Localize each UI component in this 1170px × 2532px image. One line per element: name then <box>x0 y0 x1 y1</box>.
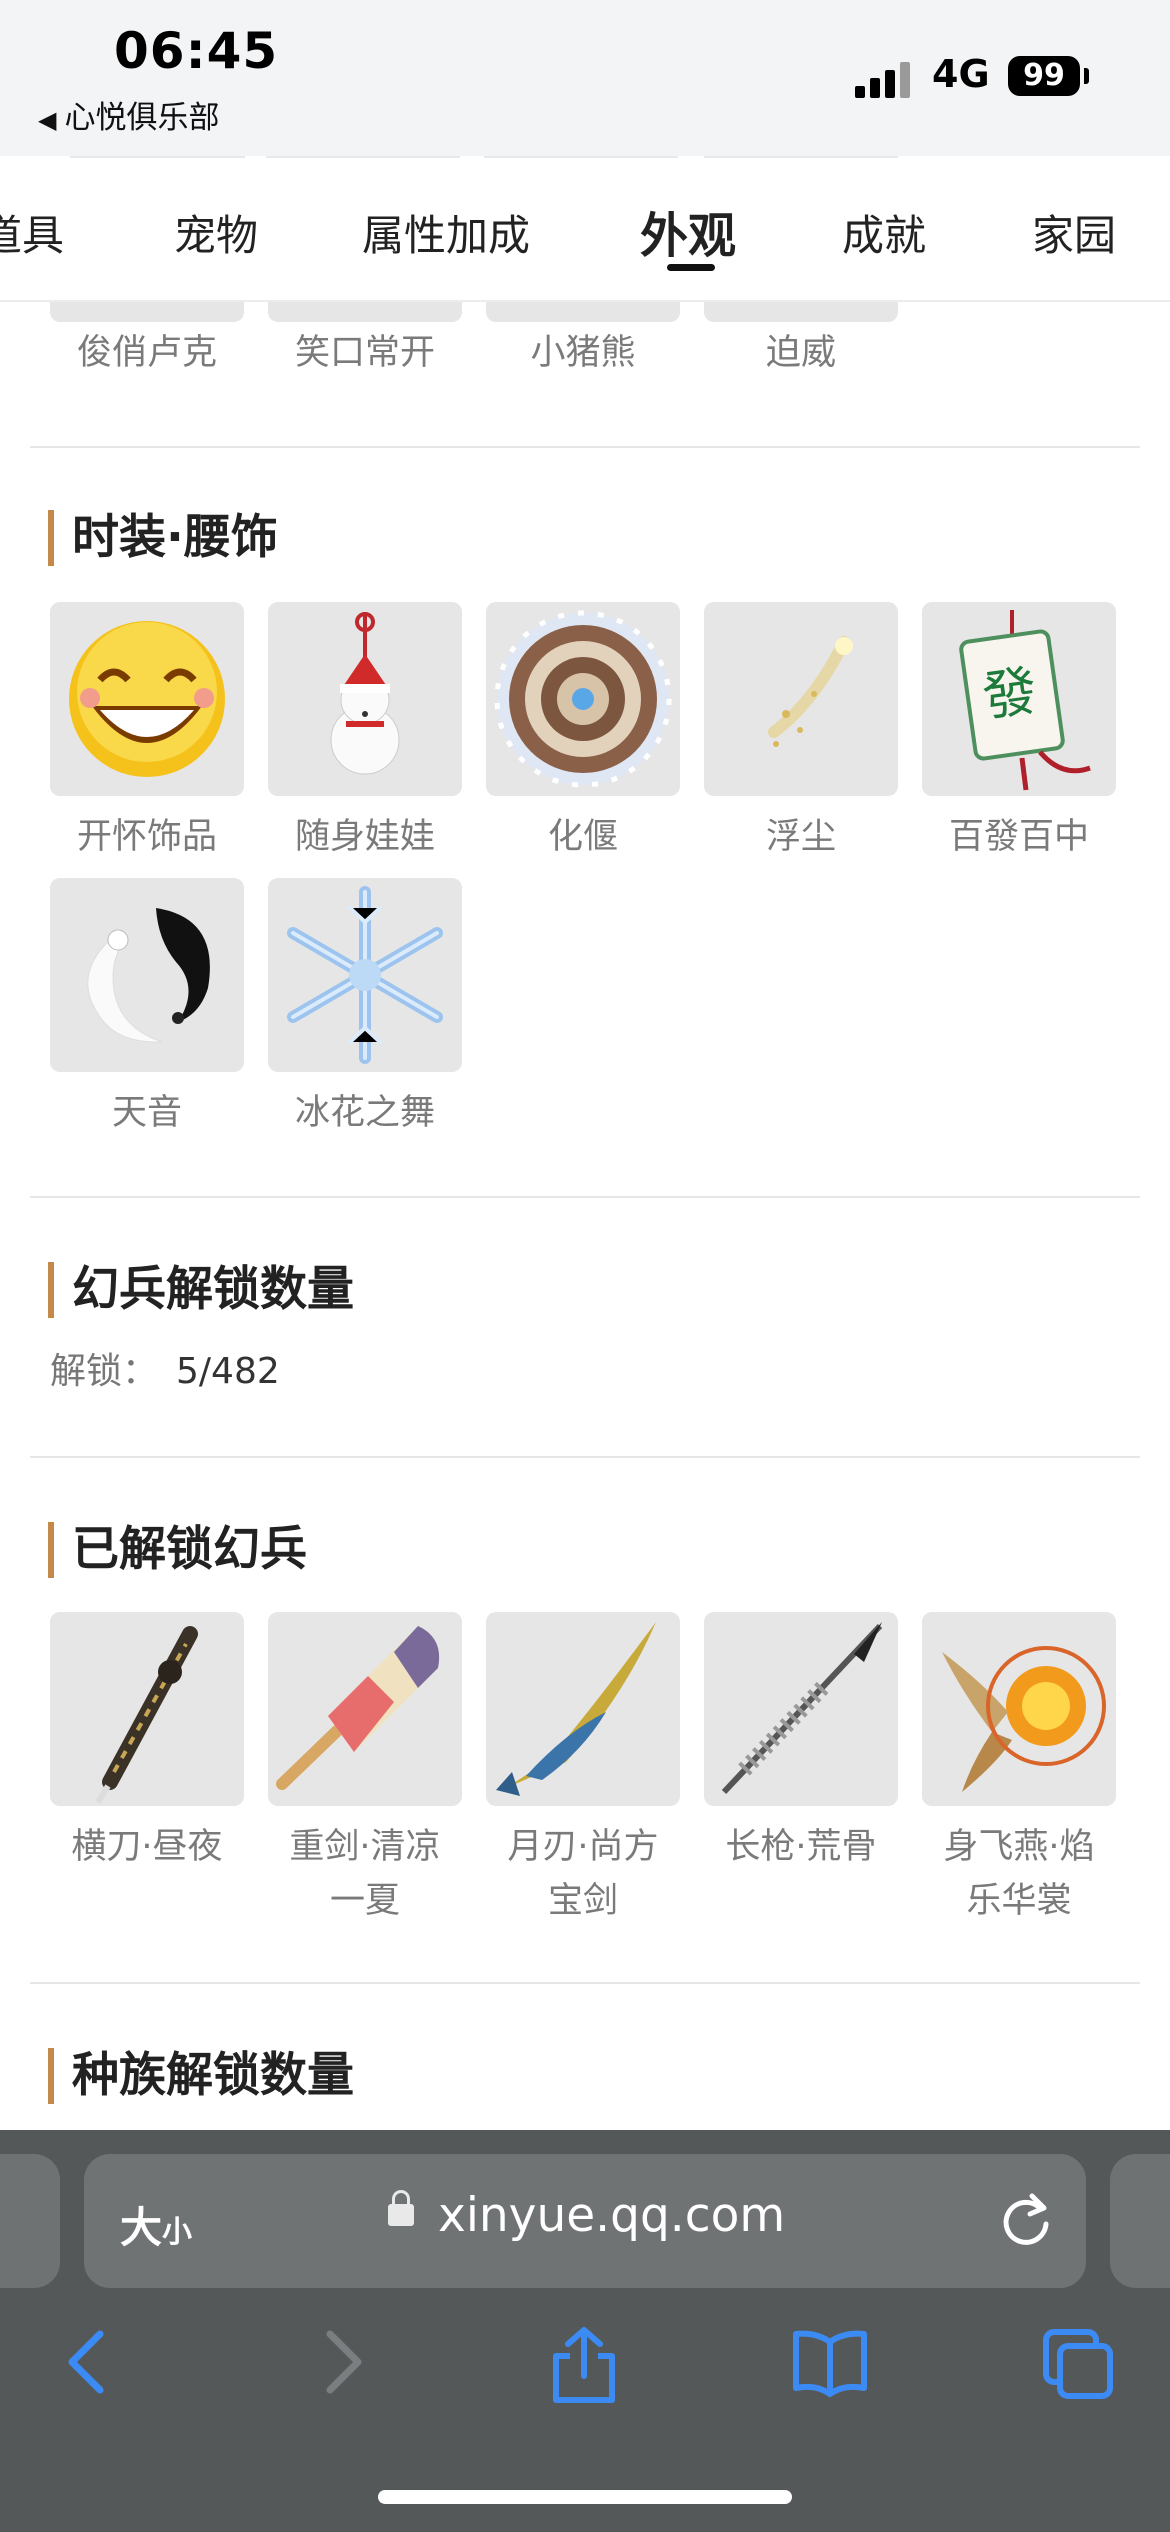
yin-yang-icon <box>50 878 244 1072</box>
snowflake-icon <box>268 878 462 1072</box>
weapon-unlock-count: 解锁： 5/482 <box>50 1342 280 1394</box>
weapon-item[interactable]: 横刀·昼夜 <box>50 1612 244 1874</box>
item-label-line2: 一夏 <box>329 1881 400 1921</box>
item-label: 随身娃娃 <box>294 817 435 857</box>
battery-cap <box>1084 68 1089 84</box>
peek-thumb-edge <box>70 156 245 158</box>
unlock-value: 5/482 <box>176 1351 280 1392</box>
battery-icon: 99 <box>1008 56 1080 96</box>
tab-pets[interactable]: 宠物 <box>174 202 258 263</box>
item-label: 小猪熊 <box>530 333 636 373</box>
item-label: 重剑·清凉 <box>289 1827 441 1867</box>
lock-icon <box>388 2190 414 2226</box>
back-arrow-icon[interactable] <box>58 2326 118 2402</box>
scroll-content[interactable]: 俊俏卢克 笑口常开 小猪熊 迫威 时装·腰饰 开怀饰品 随身娃娃 化偃 浮尘 發… <box>0 300 1170 2130</box>
mahjong-tile-icon: 發 <box>922 602 1116 796</box>
back-to-app-link[interactable]: ◀ 心悦俱乐部 <box>38 92 219 137</box>
section-divider <box>30 1982 1140 1984</box>
flame-swallow-icon <box>922 1612 1116 1806</box>
peek-thumb-edge <box>484 156 678 158</box>
item-label: 开怀饰品 <box>76 817 217 857</box>
item-label: 长枪·荒骨 <box>725 1827 877 1867</box>
smiley-face-icon <box>50 602 244 796</box>
text-size-large-glyph: 大 <box>120 2203 163 2252</box>
clock: 06:45 <box>114 22 279 80</box>
saber-icon <box>50 1612 244 1806</box>
popsicle-sword-icon <box>268 1612 462 1806</box>
tab-achievements[interactable]: 成就 <box>842 202 926 263</box>
back-app-label: 心悦俱乐部 <box>64 100 220 136</box>
section-divider <box>30 1196 1140 1198</box>
weapon-item[interactable]: 月刃·尚方宝剑 <box>486 1612 680 1928</box>
tabs-icon[interactable] <box>1040 2326 1116 2406</box>
section-divider <box>30 1456 1140 1458</box>
waist-item[interactable]: 化偃 <box>486 602 680 864</box>
item-label-line2: 乐华裳 <box>966 1881 1072 1921</box>
category-tabs: 道具 宠物 属性加成 外观 成就 家园 <box>0 156 1170 302</box>
item-label: 百發百中 <box>948 817 1089 857</box>
text-size-button[interactable]: 大小 <box>120 2194 192 2255</box>
browser-toolbar: 大小 xinyue.qq.com <box>0 2130 1170 2532</box>
network-type: 4G <box>932 52 990 96</box>
item-label: 月刃·尚方 <box>507 1827 659 1867</box>
item-label-line2: 宝剑 <box>547 1881 618 1921</box>
section-title-unlocked-weapons: 已解锁幻兵 <box>48 1522 307 1578</box>
waist-item[interactable]: 浮尘 <box>704 602 898 864</box>
item-label: 笑口常开 <box>294 333 435 373</box>
item-label: 身飞燕·焰 <box>943 1827 1095 1867</box>
section-title-weapon-count: 幻兵解锁数量 <box>48 1262 354 1318</box>
item-thumb-cut <box>268 300 462 322</box>
peek-thumb-edge <box>266 156 460 158</box>
snowman-doll-icon <box>268 602 462 796</box>
waist-item[interactable]: 冰花之舞 <box>268 878 462 1140</box>
waist-item[interactable]: 發 百發百中 <box>922 602 1116 864</box>
peek-thumb-edge <box>704 156 898 158</box>
item-thumb-cut <box>50 300 244 322</box>
text-size-small-glyph: 小 <box>162 2215 193 2250</box>
waist-item[interactable]: 随身娃娃 <box>268 602 462 864</box>
reload-icon[interactable] <box>992 2188 1058 2258</box>
fish-blade-icon <box>486 1612 680 1806</box>
section-title-race-count: 种族解锁数量 <box>48 2048 354 2104</box>
address-bar[interactable]: 大小 xinyue.qq.com <box>84 2154 1086 2288</box>
item-label: 迫威 <box>765 333 836 373</box>
tab-attribute-bonus[interactable]: 属性加成 <box>362 202 530 263</box>
active-tab-indicator <box>667 264 715 271</box>
section-divider <box>30 446 1140 448</box>
home-indicator[interactable] <box>378 2490 792 2504</box>
item-label: 冰花之舞 <box>294 1093 435 1133</box>
weapon-item[interactable]: 长枪·荒骨 <box>704 1612 898 1874</box>
item-thumb-cut <box>486 300 680 322</box>
item-label: 天音 <box>111 1093 182 1133</box>
weapon-item[interactable]: 身飞燕·焰乐华裳 <box>922 1612 1116 1928</box>
waist-item[interactable]: 开怀饰品 <box>50 602 244 864</box>
item-label: 浮尘 <box>765 817 836 857</box>
section-title-waist-accessories: 时装·腰饰 <box>48 510 278 566</box>
waist-item[interactable]: 天音 <box>50 878 244 1140</box>
tab-appearance[interactable]: 外观 <box>640 196 736 266</box>
cellular-signal-icon <box>855 60 915 98</box>
tab-props[interactable]: 道具 <box>0 202 64 263</box>
status-bar: 06:45 ◀ 心悦俱乐部 4G 99 <box>0 0 1170 156</box>
item-thumb-cut <box>704 300 898 322</box>
prev-tab-card[interactable] <box>0 2154 60 2288</box>
url-text: xinyue.qq.com <box>438 2188 786 2243</box>
item-label: 化偃 <box>547 817 618 857</box>
tab-homestead[interactable]: 家园 <box>1032 202 1116 263</box>
unlock-label: 解锁： <box>50 1351 159 1392</box>
bookmarks-icon[interactable] <box>790 2326 870 2402</box>
weapon-item[interactable]: 重剑·清凉一夏 <box>268 1612 462 1928</box>
mechanism-disc-icon <box>486 602 680 796</box>
svg-text:發: 發 <box>979 659 1041 729</box>
item-label: 俊俏卢克 <box>76 333 217 373</box>
bone-spear-icon <box>704 1612 898 1806</box>
next-tab-card[interactable] <box>1110 2154 1170 2288</box>
dust-sparkle-icon <box>704 602 898 796</box>
forward-arrow-icon[interactable] <box>312 2326 372 2402</box>
item-label: 横刀·昼夜 <box>71 1827 223 1867</box>
share-icon[interactable] <box>546 2326 622 2410</box>
back-triangle-icon: ◀ <box>38 106 57 134</box>
